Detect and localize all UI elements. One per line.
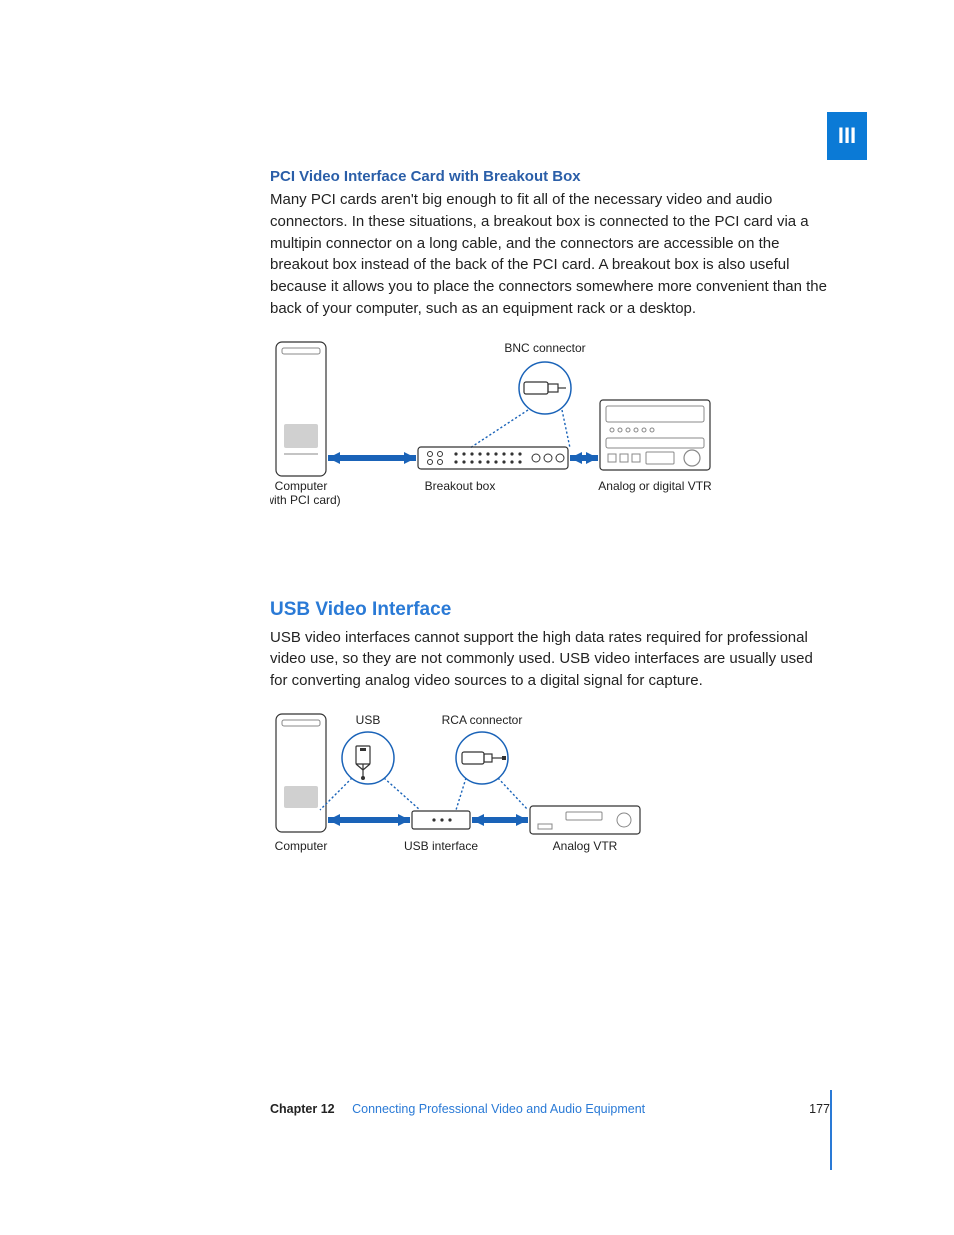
footer-title: Connecting Professional Video and Audio … [352, 1102, 645, 1116]
diagram-usb-interface: USB RCA connector [270, 710, 690, 890]
label-breakout: Breakout box [425, 479, 496, 493]
label-analog-vtr: Analog VTR [553, 839, 618, 853]
subsection-heading-pci: PCI Video Interface Card with Breakout B… [270, 168, 830, 185]
footer-divider [830, 1090, 832, 1170]
page-footer: Chapter 12 Connecting Professional Video… [270, 1102, 830, 1116]
body-text-usb: USB video interfaces cannot support the … [270, 627, 830, 692]
footer-page-number: 177 [809, 1102, 830, 1116]
body-text-pci: Many PCI cards aren't big enough to fit … [270, 189, 830, 320]
label-usb: USB [356, 713, 381, 727]
label-computer: Computer [275, 479, 328, 493]
label-computer2: Computer [275, 839, 328, 853]
label-computer-sub: (with PCI card) [270, 493, 341, 507]
section-heading-usb: USB Video Interface [270, 599, 830, 621]
label-usbif: USB interface [404, 839, 478, 853]
footer-chapter: Chapter 12 [270, 1102, 335, 1116]
diagram-breakout-box: BNC connector [270, 338, 750, 538]
label-vtr: Analog or digital VTR [598, 479, 712, 493]
label-rca: RCA connector [442, 713, 523, 727]
label-bnc: BNC connector [504, 341, 585, 355]
page-content: PCI Video Interface Card with Breakout B… [270, 168, 830, 903]
section-marker-tab: III [827, 112, 867, 160]
